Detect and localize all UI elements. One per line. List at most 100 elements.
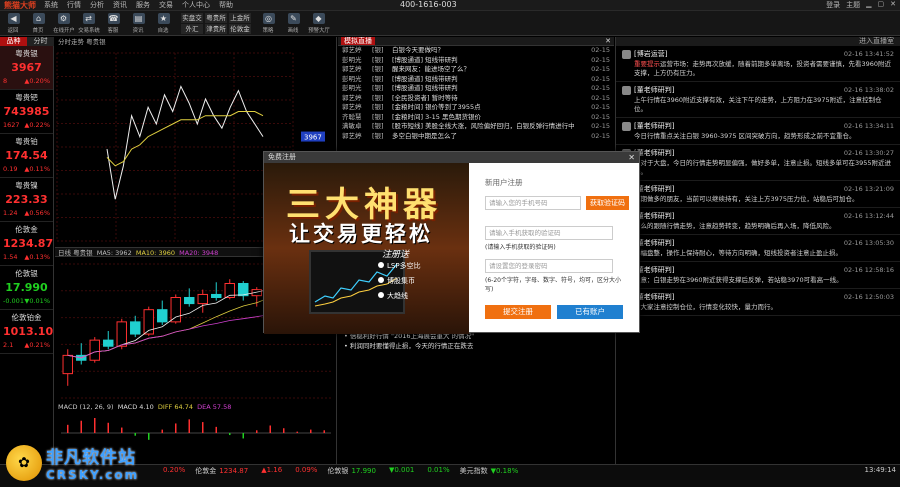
theme-link[interactable]: 主题 <box>846 0 860 10</box>
menu-item-system[interactable]: 系统 <box>44 0 58 10</box>
quote-change-row: -0.001 ▼0.01% <box>3 297 50 305</box>
ticker-item[interactable]: ▼0.001 <box>386 466 414 476</box>
quote-item[interactable]: 伦敦金 1234.87 1.54 ▲0.13% <box>0 222 53 266</box>
ticker-item[interactable]: 0.01% <box>424 466 449 476</box>
quote-item[interactable]: 粤贵银 3967 8 ▲0.20% <box>0 46 53 90</box>
quote-change-pct: 0.13% <box>29 253 50 261</box>
password-input[interactable]: 请设置您的登录密码 <box>485 259 613 273</box>
tab-timeshare[interactable]: 分时 <box>27 37 54 46</box>
news-row[interactable]: 郭艺婷 [银] [金粮时间] 银价等到了3955点 02-15 <box>338 103 614 113</box>
news-date: 02-15 <box>591 46 610 54</box>
quote-item[interactable]: 粤贵铂 174.54 0.19 ▲0.11% <box>0 134 53 178</box>
code-hint: (请输入手机获取的验证码) <box>485 244 556 251</box>
watermark-title: 非凡软件站 <box>46 448 136 468</box>
support-button[interactable]: ☎ 客服 <box>102 13 125 34</box>
home-button[interactable]: ⌂ 首页 <box>27 13 50 34</box>
alert-hall-label: 预警大厅 <box>307 27 330 34</box>
tab-products[interactable]: 品种 <box>0 37 27 46</box>
menu-item-analysis[interactable]: 分析 <box>90 0 104 10</box>
open-account-button[interactable]: ⚙ 在线开户 <box>52 13 75 34</box>
menu-item-trade[interactable]: 交易 <box>159 0 173 10</box>
news-row[interactable]: 彭明光 [银] [博股通道] 短线带研判 02-15 <box>338 84 614 94</box>
news-row[interactable]: 彭明光 [银] [博股通道] 短线带研判 02-15 <box>338 75 614 85</box>
news-date: 02-15 <box>591 84 610 92</box>
shortcut-live-trade[interactable]: 实盘交易 <box>181 13 203 32</box>
quote-item[interactable]: 粤贵镍 223.33 1.24 ▲0.56% <box>0 178 53 222</box>
shortcut-jingui[interactable]: 津贵所 <box>205 24 227 34</box>
news-row[interactable]: 彭明光 [银] [博股通道] 短线带研判 02-15 <box>338 56 614 66</box>
commentary-post: [董老师研判] 02-16 13:34:11 今日行情重点关注白银 3960-397… <box>616 118 900 145</box>
get-code-button[interactable]: 获取验证码 <box>586 196 629 210</box>
commentary-post: [董老师研判] 02-16 12:50:03 请大家注意控制仓位，行情变化较快，量力… <box>616 289 900 316</box>
ticker-name: 美元指数 <box>459 467 488 475</box>
news-date: 02-15 <box>591 93 610 102</box>
ticker-item[interactable]: ▲1.16 <box>258 466 282 476</box>
trade-system-button[interactable]: ⇄ 交易系统 <box>77 13 100 34</box>
intraday-header: 分时走势 粤贵银 <box>55 37 336 47</box>
news-category: [银] <box>372 131 384 140</box>
menu-item-help[interactable]: 帮助 <box>219 0 233 10</box>
quote-item[interactable]: 伦敦铂金 1013.10 2.1 ▲0.21% <box>0 310 53 354</box>
back-button[interactable]: ◀ 返回 <box>2 13 25 34</box>
post-author: [博岩运营] <box>634 50 668 58</box>
post-body: 那么的跟随行情走势，注意趋势转变，趋势明确后再入场，降低风险。 <box>622 222 894 231</box>
shortcut-yuegui[interactable]: 粤贵所 <box>205 13 227 23</box>
draw-button[interactable]: ✎ 画线 <box>282 13 305 34</box>
news-button[interactable]: ▤ 资讯 <box>127 13 150 34</box>
news-row[interactable]: 满敏卓 [银] [股市短线] 美股全线大涨，风险偏好回归，白银反弹行情进行中 02-1… <box>338 122 614 132</box>
ticker-item[interactable]: 美元指数 ▼0.18% <box>460 466 519 476</box>
news-category: [银] <box>372 65 384 73</box>
menu-item-personal[interactable]: 个人中心 <box>182 0 210 10</box>
strategy-button[interactable]: ◎ 策略 <box>257 13 280 34</box>
announcement-item[interactable]: • 利润同时要懂得止损，今天的行情正在跌去 <box>338 341 614 351</box>
news-row[interactable]: 郭艺婷 [银] 多空白银中期是怎么了 02-15 <box>338 132 614 142</box>
quote-item[interactable]: 伦敦银 17.990 -0.001 ▼0.01% <box>0 266 53 310</box>
post-time: 02-16 13:21:09 <box>843 185 894 193</box>
news-close-icon[interactable]: ✕ <box>605 37 611 45</box>
close-icon[interactable]: ✕ <box>890 0 896 10</box>
verification-code-input[interactable]: 请输入手机获取的验证码 <box>485 226 613 240</box>
news-row[interactable]: 郭艺婷 [银] 醒来网友：能进场空了么？ 02-15 <box>338 65 614 75</box>
minimize-icon[interactable]: ▁ <box>866 0 871 10</box>
maximize-icon[interactable]: ▢ <box>878 0 885 10</box>
news-category: [银] <box>372 122 384 130</box>
post-text: 前期做多的朋友，当前可以继续持有，关注上方3975压力位，站稳后可加仓。 <box>634 195 859 203</box>
phone-input[interactable]: 请输入您的手机号码 <box>485 196 581 210</box>
quote-change-row: 1.24 ▲0.56% <box>3 209 50 217</box>
trade-system-label: 交易系统 <box>77 27 100 34</box>
menu-item-service[interactable]: 服务 <box>136 0 150 10</box>
ticker-item[interactable]: 0.09% <box>292 466 317 476</box>
ticker-item[interactable]: 伦敦金 1234.87 <box>195 466 248 476</box>
quote-change-row: 0.19 ▲0.11% <box>3 165 50 173</box>
ticker-value: ▼0.18% <box>490 467 519 475</box>
commentary-post: [博岩运营] 02-16 13:41:52 重要提示运营市场：走势再次放缓，随着前期… <box>616 46 900 82</box>
alert-hall-button[interactable]: ◆ 预警大厅 <box>307 13 330 34</box>
news-headline: [博股通道] 短线带研判 <box>392 74 458 83</box>
news-row[interactable]: 郭艺婷 [银] 白银今天要做吗？ 02-15 <box>338 46 614 56</box>
avatar <box>622 85 631 95</box>
candle-body <box>170 297 181 323</box>
news-headline: 多空白银中期是怎么了 <box>392 131 457 140</box>
news-row[interactable]: 郭艺婷 [银] [全民投资者] 暂时等待 02-15 <box>338 94 614 104</box>
watchlist-button[interactable]: ★ 自选 <box>152 13 175 34</box>
quote-change-row: 1.54 ▲0.13% <box>3 253 50 261</box>
menu-item-news[interactable]: 资讯 <box>113 0 127 10</box>
post-text: 请大家注意控制仓位，行情变化较快，量力而行。 <box>634 303 777 311</box>
shortcut-london-gold[interactable]: 伦敦金 <box>229 24 251 34</box>
menu-item-quotes[interactable]: 行情 <box>67 0 81 10</box>
existing-account-button[interactable]: 已有账户 <box>557 305 623 319</box>
submit-register-button[interactable]: 提交注册 <box>485 305 551 319</box>
quote-price: 223.33 <box>5 193 48 206</box>
news-row[interactable]: 齐聪慧 [银] [金粮时间] 3-15 黑色期货银价 02-15 <box>338 113 614 123</box>
login-link[interactable]: 登录 <box>826 0 840 10</box>
quote-item[interactable]: 粤贵钯 743985 1627 ▲0.22% <box>0 90 53 134</box>
shortcut-forex[interactable]: 外汇 <box>181 24 203 34</box>
enter-live-room[interactable]: 进入直播室 <box>616 37 900 46</box>
shortcut-sge[interactable]: 上金所 <box>229 13 251 23</box>
ticker-item[interactable]: 伦敦银 17.990 <box>327 466 376 476</box>
dialog-close-icon[interactable]: ✕ <box>628 152 635 163</box>
candle-body <box>116 321 127 347</box>
post-header: [董老师研判] 02-16 12:58:16 <box>622 265 894 275</box>
clock: 13:49:14 <box>864 466 896 474</box>
feature-label: LSP多空比 <box>387 262 421 270</box>
